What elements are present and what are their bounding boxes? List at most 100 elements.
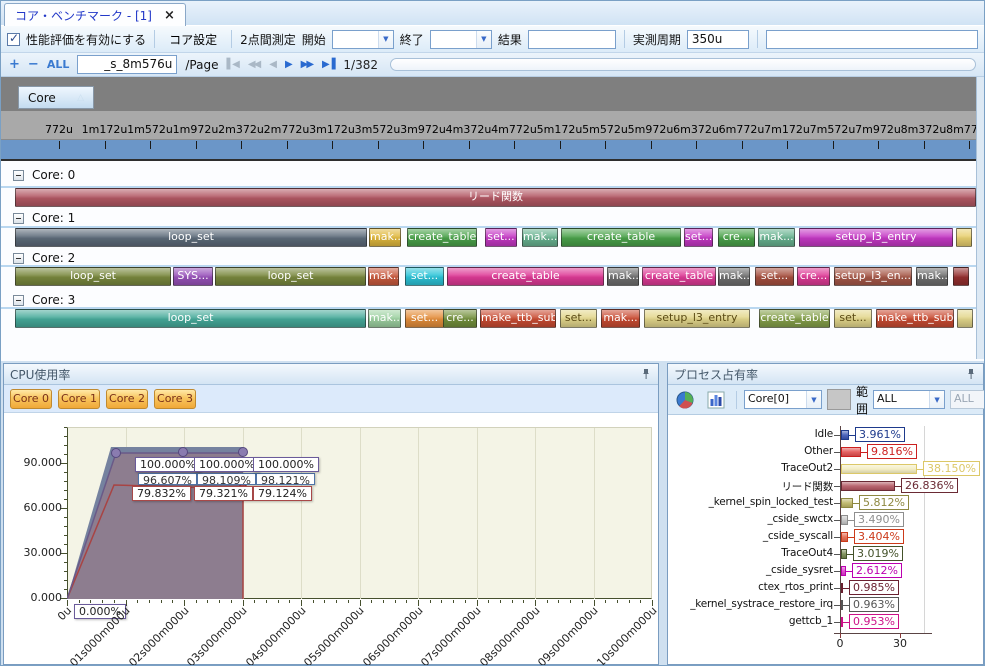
task-bar[interactable]: set... [405,267,444,286]
task-bar[interactable]: set... [560,309,597,328]
core-filter-button-2[interactable]: Core 2 [106,389,148,409]
x-axis-minor-tick [102,600,103,603]
timeline-scrollbar[interactable] [390,58,976,71]
period-field[interactable]: 350u [687,30,749,49]
color-button[interactable] [827,389,851,410]
task-bar[interactable]: set... [834,309,872,328]
gridline [126,428,127,599]
task-bar[interactable]: loop_set [215,267,366,286]
next-page-button[interactable]: ▶ [285,59,293,70]
y-axis-minor-tick [64,580,67,581]
task-bar[interactable]: mak... [607,267,639,286]
data-label-hidden: 98.109% [197,473,256,485]
timeline-tick-label: 1m572u [127,123,173,136]
task-bar[interactable] [956,228,972,247]
core-select[interactable]: Core[0]▼ [744,390,822,409]
task-bar[interactable]: create_table [447,267,604,286]
task-bar[interactable]: mak... [916,267,948,286]
task-bar[interactable]: mak... [718,267,750,286]
task-bar[interactable]: set... [405,309,444,328]
task-bar[interactable]: setup_l3_entry [799,228,953,247]
task-bar[interactable]: mak... [369,228,401,247]
note-field[interactable] [766,30,978,49]
pin-icon[interactable] [640,368,652,380]
task-bar[interactable]: mak... [368,267,399,286]
nav-buttons: ▌◀◀◀◀▶▶▶▶▐ [226,59,335,70]
task-bar[interactable]: loop_set [15,267,171,286]
fast-forward-button[interactable]: ▶▶ [301,59,314,70]
first-page-button[interactable]: ▌◀ [226,59,239,70]
zoom-out-button[interactable]: − [28,57,39,72]
collapse-toggle[interactable] [13,170,24,181]
pie-chart-button[interactable] [672,389,698,411]
result-field[interactable] [528,30,616,49]
timeline-tick [287,141,288,149]
task-bar[interactable]: setup_l3_entry [644,309,750,328]
task-bar[interactable]: set... [755,267,794,286]
task-bar[interactable]: make_ttb_sub [480,309,556,328]
pin-icon[interactable] [965,368,977,380]
task-bar[interactable]: mak... [522,228,558,247]
task-bar[interactable]: create_table [561,228,681,247]
page-scale-field[interactable]: _s_8m576u [77,55,177,74]
process-usage-bar[interactable] [841,498,853,508]
process-usage-bar[interactable] [841,464,917,474]
task-bar[interactable] [953,267,969,286]
x-axis-minor-tick [395,600,396,603]
task-bar[interactable]: cre... [443,309,477,328]
task-bar[interactable]: create_table [759,309,830,328]
task-bar[interactable]: loop_set [15,309,366,328]
task-bar[interactable]: SYS... [173,267,213,286]
task-bar[interactable]: make_ttb_sub [876,309,954,328]
task-bar[interactable]: set... [684,228,713,247]
collapse-toggle[interactable] [13,295,24,306]
task-bar[interactable]: cre... [718,228,755,247]
core-filter-button-0[interactable]: Core 0 [10,389,52,409]
process-usage-bar[interactable] [841,481,895,491]
data-label-hidden: 98.121% [256,473,315,485]
separator [757,30,758,48]
category-tick [834,537,840,538]
task-bar[interactable]: mak... [601,309,640,328]
tab-core-benchmark[interactable]: コア・ベンチマーク - [1] × [4,3,186,26]
process-usage-bar[interactable] [841,515,848,525]
process-usage-bar[interactable] [841,532,848,542]
task-bar[interactable]: create_table [407,228,477,247]
core-filter-button-1[interactable]: Core 1 [58,389,100,409]
task-bar[interactable]: cre... [797,267,830,286]
range-select[interactable]: ALL▼ [873,390,945,409]
collapse-toggle[interactable] [13,253,24,264]
core-filter-button-3[interactable]: Core 3 [154,389,196,409]
task-bar[interactable]: set... [485,228,517,247]
core-settings-button[interactable]: コア設定 [163,29,223,50]
vertical-scrollbar[interactable] [976,77,985,359]
gridline [184,428,185,599]
x-axis-minor-tick [570,600,571,603]
task-bar[interactable] [957,309,973,328]
task-bar[interactable]: loop_set [15,228,367,247]
last-page-button[interactable]: ▶▐ [322,59,335,70]
task-bar[interactable]: setup_l3_en... [834,267,912,286]
process-usage-bar[interactable] [841,430,849,440]
task-bar[interactable]: create_table [642,267,716,286]
x-axis-label: 05s000m000u [301,604,366,666]
timeline-tick [332,141,333,149]
y-axis-minor-tick [64,508,67,509]
task-bar[interactable]: mak... [758,228,795,247]
rewind-button[interactable]: ◀◀ [248,59,261,70]
process-usage-bar[interactable] [841,447,861,457]
fit-all-button[interactable]: ALL [47,58,70,71]
zoom-in-button[interactable]: + [9,57,20,72]
task-bar[interactable]: mak... [368,309,401,328]
close-icon[interactable]: × [164,8,175,23]
core-column-header[interactable]: Core △ [18,86,94,109]
start-select[interactable]: ▼ [332,30,394,49]
y-axis-minor-tick [64,490,67,491]
end-select[interactable]: ▼ [430,30,492,49]
prev-page-button[interactable]: ◀ [269,59,277,70]
bar-chart-button[interactable] [703,389,729,411]
tab-bar: コア・ベンチマーク - [1] × [1,1,984,26]
perf-eval-checkbox[interactable]: ✓ [7,33,20,46]
task-bar[interactable]: リード関数 [15,188,976,207]
collapse-toggle[interactable] [13,213,24,224]
